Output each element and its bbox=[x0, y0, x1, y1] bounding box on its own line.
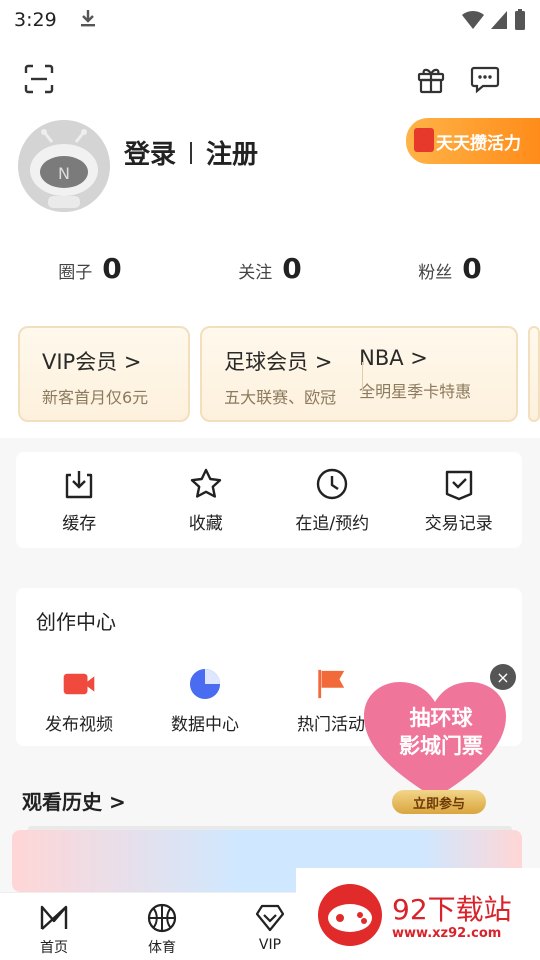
creator-item-label: 数据中心 bbox=[171, 715, 239, 735]
profile-section: N 登录 注册 天天攒活力 圈子 0 关注 0 粉丝 0 VIP会员 > 新客首… bbox=[0, 118, 540, 438]
download-status-icon bbox=[79, 8, 97, 33]
sports-membership-card: 足球会员 > 五大联赛、欧冠 NBA > 全明星季卡特惠 bbox=[200, 326, 519, 422]
gamepad-logo-icon bbox=[318, 884, 382, 946]
quick-action-label: 缓存 bbox=[62, 513, 97, 534]
scan-icon[interactable] bbox=[24, 64, 54, 94]
divider bbox=[362, 362, 364, 392]
lottery-popup[interactable]: 抽环球 影城门票 立即参与 × bbox=[356, 664, 516, 814]
stat-label: 关注 bbox=[238, 263, 273, 283]
flag-icon bbox=[318, 669, 345, 699]
vip-card-subtitle: 新客首月仅6元 bbox=[42, 388, 149, 407]
tv-mascot-icon: N bbox=[18, 120, 110, 212]
stat-value: 0 bbox=[462, 252, 482, 285]
basketball-icon bbox=[147, 903, 177, 933]
stat-label: 圈子 bbox=[58, 263, 93, 283]
quick-action-cache[interactable]: 缓存 bbox=[16, 452, 143, 548]
gift-icon[interactable] bbox=[416, 64, 446, 94]
video-camera-icon bbox=[63, 673, 95, 695]
tab-sports[interactable]: 体育 bbox=[108, 893, 216, 960]
svg-text:N: N bbox=[58, 164, 70, 183]
quick-action-label: 在追/预约 bbox=[295, 513, 370, 534]
star-icon bbox=[190, 468, 221, 498]
quick-actions: 缓存 收藏 在追/预约 交易记录 bbox=[16, 452, 522, 548]
signal-icon bbox=[491, 11, 507, 29]
creator-item-label: 发布视频 bbox=[45, 715, 113, 735]
status-bar: 3:29 bbox=[0, 0, 540, 40]
vip-card-subtitle: 全明星季卡特惠 bbox=[359, 382, 472, 401]
stat-value: 0 bbox=[282, 252, 302, 285]
vip-cards: VIP会员 > 新客首月仅6元 足球会员 > 五大联赛、欧冠 NBA > 全明星… bbox=[18, 326, 540, 424]
vip-card-title: NBA > bbox=[359, 346, 428, 370]
popup-text: 抽环球 影城门票 bbox=[376, 704, 506, 760]
status-time: 3:29 bbox=[14, 9, 57, 31]
wifi-icon bbox=[462, 10, 484, 29]
stats-row: 圈子 0 关注 0 粉丝 0 bbox=[0, 252, 540, 285]
watermark-name: 92下载站 bbox=[392, 893, 512, 926]
creator-item-label: 热门活动 bbox=[297, 715, 365, 735]
tab-home[interactable]: 首页 bbox=[0, 893, 108, 960]
login-link[interactable]: 登录 bbox=[124, 134, 176, 171]
stat-label: 粉丝 bbox=[418, 263, 453, 283]
quick-action-transactions[interactable]: 交易记录 bbox=[396, 452, 523, 548]
quick-action-label: 收藏 bbox=[188, 513, 223, 534]
top-bar bbox=[0, 40, 540, 118]
pie-chart-icon bbox=[189, 668, 221, 700]
login-register[interactable]: 登录 注册 bbox=[124, 134, 258, 171]
status-icons bbox=[462, 9, 526, 31]
quick-action-favorites[interactable]: 收藏 bbox=[143, 452, 270, 548]
popup-line-1: 抽环球 bbox=[409, 706, 473, 730]
vip-card-title: 足球会员 > bbox=[224, 350, 333, 374]
tab-label: VIP bbox=[258, 937, 282, 953]
stat-value: 0 bbox=[102, 252, 122, 285]
avatar[interactable]: N bbox=[18, 120, 110, 212]
creator-data-center[interactable]: 数据中心 bbox=[142, 668, 268, 735]
watch-history-title[interactable]: 观看历史 > bbox=[22, 786, 126, 815]
register-link[interactable]: 注册 bbox=[206, 134, 258, 171]
football-membership[interactable]: 足球会员 > 五大联赛、欧冠 bbox=[224, 346, 359, 407]
message-icon[interactable] bbox=[470, 64, 500, 94]
energy-badge-label: 天天攒活力 bbox=[436, 133, 521, 154]
tab-label: 体育 bbox=[148, 940, 176, 956]
watermark-url: www.xz92.com bbox=[392, 926, 502, 941]
quick-action-label: 交易记录 bbox=[424, 513, 493, 534]
creator-center-title: 创作中心 bbox=[36, 610, 116, 634]
battery-icon bbox=[515, 9, 525, 30]
popup-join-button[interactable]: 立即参与 bbox=[392, 790, 486, 814]
tab-label: 首页 bbox=[40, 940, 68, 956]
divider bbox=[190, 141, 193, 164]
vip-card-title: VIP会员 > bbox=[42, 350, 142, 374]
home-logo-icon bbox=[40, 905, 68, 930]
nba-membership[interactable]: NBA > 全明星季卡特惠 bbox=[359, 346, 494, 402]
vip-diamond-icon bbox=[255, 904, 285, 932]
clock-icon bbox=[317, 468, 348, 499]
receipt-icon bbox=[445, 470, 472, 500]
stat-following[interactable]: 关注 0 bbox=[180, 252, 360, 285]
stat-circles[interactable]: 圈子 0 bbox=[0, 252, 180, 285]
watermark: 92下载站 www.xz92.com bbox=[296, 868, 540, 960]
close-icon[interactable]: × bbox=[490, 664, 516, 690]
vip-card-peek[interactable] bbox=[528, 326, 540, 422]
energy-badge[interactable]: 天天攒活力 bbox=[406, 118, 540, 164]
popup-line-2: 影城门票 bbox=[399, 734, 483, 758]
creator-publish-video[interactable]: 发布视频 bbox=[16, 668, 142, 735]
gift-box-icon bbox=[414, 128, 434, 152]
quick-action-following[interactable]: 在追/预约 bbox=[269, 452, 396, 548]
stat-fans[interactable]: 粉丝 0 bbox=[360, 252, 540, 285]
vip-card[interactable]: VIP会员 > 新客首月仅6元 bbox=[18, 326, 191, 422]
vip-card-subtitle: 五大联赛、欧冠 bbox=[224, 388, 337, 407]
download-icon bbox=[66, 470, 93, 498]
